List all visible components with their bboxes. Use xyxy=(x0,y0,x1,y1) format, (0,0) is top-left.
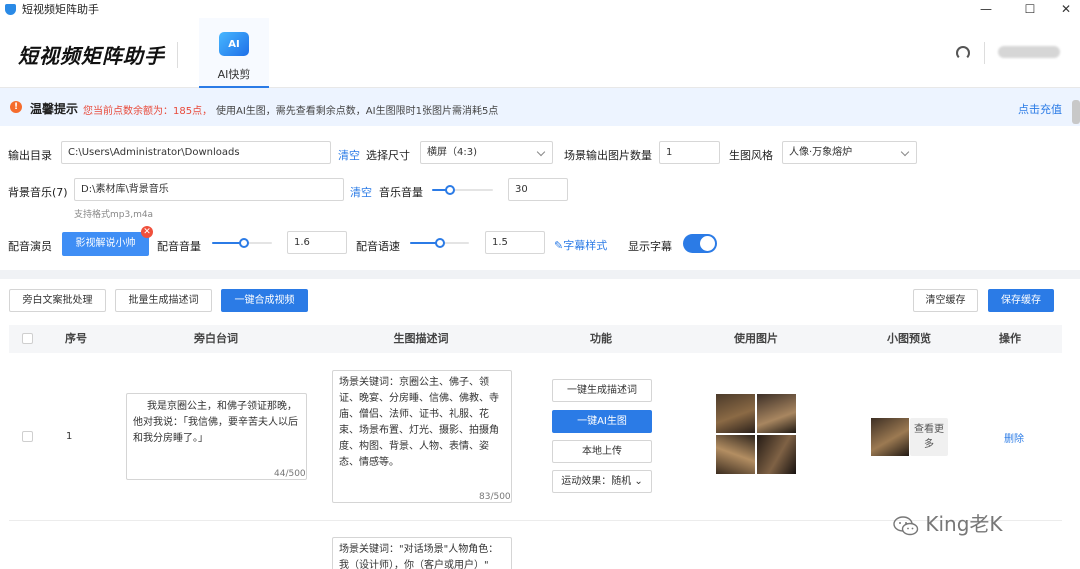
view-more-button[interactable]: 查看更多 xyxy=(910,418,948,456)
col-preview: 小图预览 xyxy=(887,332,931,345)
description-counter: 83/500 xyxy=(479,492,511,502)
maximize-button[interactable]: ☐ xyxy=(1010,0,1050,18)
col-image: 使用图片 xyxy=(734,332,778,345)
window-title: 短视频矩阵助手 xyxy=(22,3,99,16)
tab-ai-cut-label: AI快剪 xyxy=(217,68,251,81)
user-divider xyxy=(984,42,985,64)
scrollbar-thumb[interactable] xyxy=(1072,100,1080,124)
used-image[interactable] xyxy=(716,394,755,433)
used-image[interactable] xyxy=(716,435,755,474)
local-upload-button[interactable]: 本地上传 xyxy=(552,440,652,463)
size-label: 选择尺寸 xyxy=(366,149,410,162)
size-select[interactable]: 横屏（4:3) xyxy=(420,141,553,164)
voice-speed-input[interactable]: 1.5 xyxy=(485,231,545,254)
col-actions: 操作 xyxy=(999,332,1021,345)
settings-panel: 输出目录 C:\Users\Administrator\Downloads 清空… xyxy=(0,126,1080,270)
ai-icon: AI xyxy=(219,32,249,56)
music-volume-input[interactable]: 30 xyxy=(508,178,568,201)
show-subtitle-label: 显示字幕 xyxy=(628,240,672,253)
notice-title: 温馨提示 xyxy=(30,102,79,116)
col-description: 生图描述词 xyxy=(393,332,449,345)
notice-text: 使用AI生图，需先查看剩余点数，AI生图限时1张图片需消耗5点 xyxy=(216,106,499,117)
description-textarea[interactable]: 场景关键词：京圈公主、佛子、领证、晚宴、分房睡、信佛、佛教、寺庙、僧侣、法师、证… xyxy=(332,370,512,503)
table-header: 序号 旁白台词 生图描述词 功能 使用图片 小图预览 操作 xyxy=(9,325,1062,353)
used-image[interactable] xyxy=(757,435,796,474)
title-bar: 短视频矩阵助手 — ☐ ✕ xyxy=(0,0,1080,18)
motion-effect-value: 运动效果：随机 xyxy=(561,476,632,487)
music-volume-label: 音乐音量 xyxy=(379,186,423,199)
style-select[interactable]: 人像·万象熔炉 xyxy=(782,141,917,164)
voice-volume-input[interactable]: 1.6 xyxy=(287,231,347,254)
voice-volume-label: 配音音量 xyxy=(157,240,201,253)
preview-thumbnail[interactable] xyxy=(871,418,909,456)
watermark-text: King老K xyxy=(925,512,1003,536)
voice-speed-label: 配音语速 xyxy=(356,240,400,253)
select-all-checkbox[interactable] xyxy=(22,333,33,344)
voice-volume-slider[interactable] xyxy=(212,238,272,248)
voice-speed-slider[interactable] xyxy=(410,238,469,248)
motion-effect-select[interactable]: 运动效果：随机 ⌄ xyxy=(552,470,652,493)
music-volume-thumb[interactable] xyxy=(445,185,456,195)
show-subtitle-toggle[interactable] xyxy=(683,234,717,253)
narration-counter: 44/500 xyxy=(274,469,306,479)
description-textarea[interactable]: 场景关键词："对话场景"人物角色：我（设计师），你（客户或用户）" xyxy=(332,537,512,569)
points-balance: 您当前点数余额为：185点， xyxy=(83,106,213,117)
subtitle-style-link[interactable]: ✎字幕样式 xyxy=(554,237,607,253)
output-dir-input[interactable]: C:\Users\Administrator\Downloads xyxy=(61,141,331,164)
narration-textarea[interactable]: 我是京圈公主，和佛子领证那晚，他对我说：「我信佛，要辛苦夫人以后和我分房睡了。」 xyxy=(126,393,307,480)
app-header: 短视频矩阵助手 AI AI快剪 xyxy=(0,18,1080,88)
bgm-hint: 支持格式mp3,m4a xyxy=(74,210,154,220)
notice-bar: ! 温馨提示 您当前点数余额为：185点， 使用AI生图，需先查看剩余点数，AI… xyxy=(0,88,1080,126)
minimize-button[interactable]: — xyxy=(966,0,1006,18)
voice-volume-thumb[interactable] xyxy=(238,238,249,248)
bgm-clear[interactable]: 清空 xyxy=(350,184,372,200)
batch-describe-button[interactable]: 批量生成描述词 xyxy=(115,289,212,312)
header-divider xyxy=(177,42,178,68)
tab-ai-cut[interactable]: AI AI快剪 xyxy=(199,18,269,88)
output-dir-label: 输出目录 xyxy=(8,149,52,162)
save-cache-button[interactable]: 保存缓存 xyxy=(988,289,1054,312)
music-volume-slider[interactable] xyxy=(432,185,493,195)
col-index: 序号 xyxy=(65,332,87,345)
voice-actor-chip[interactable]: 影视解说小帅 xyxy=(62,232,149,256)
recharge-link[interactable]: 点击充值 xyxy=(1018,101,1062,117)
compose-video-button[interactable]: 一键合成视频 xyxy=(221,289,308,312)
app-icon xyxy=(5,3,16,15)
watermark: King老K xyxy=(893,508,1003,537)
user-name-blurred[interactable] xyxy=(998,46,1060,58)
output-dir-clear[interactable]: 清空 xyxy=(338,147,360,163)
app-logo: 短视频矩阵助手 xyxy=(18,44,165,68)
toggle-knob xyxy=(700,236,715,251)
batch-narration-button[interactable]: 旁白文案批处理 xyxy=(9,289,106,312)
warning-icon: ! xyxy=(10,101,22,113)
headset-icon[interactable] xyxy=(956,46,970,60)
col-narration: 旁白台词 xyxy=(194,332,238,345)
voice-actor-label: 配音演员 xyxy=(8,240,52,253)
used-image[interactable] xyxy=(757,394,796,433)
delete-link[interactable]: 删除 xyxy=(1004,430,1024,445)
generate-description-button[interactable]: 一键生成描述词 xyxy=(552,379,652,402)
col-function: 功能 xyxy=(590,332,612,345)
scene-count-input[interactable]: 1 xyxy=(659,141,720,164)
clear-cache-button[interactable]: 清空缓存 xyxy=(913,289,978,312)
ai-image-button[interactable]: 一键AI生图 xyxy=(552,410,652,433)
close-button[interactable]: ✕ xyxy=(1046,0,1080,18)
voice-speed-thumb[interactable] xyxy=(434,238,445,248)
row-index: 1 xyxy=(66,431,73,442)
row-checkbox[interactable] xyxy=(22,431,33,442)
bgm-label: 背景音乐(7) xyxy=(8,186,68,199)
style-label: 生图风格 xyxy=(729,149,773,162)
scene-count-label: 场景输出图片数量 xyxy=(564,149,652,162)
bgm-input[interactable]: D:\素材库\背景音乐 xyxy=(74,178,344,201)
voice-actor-remove-icon[interactable]: ✕ xyxy=(141,226,153,238)
used-images[interactable] xyxy=(716,394,796,474)
wechat-icon xyxy=(893,515,919,535)
